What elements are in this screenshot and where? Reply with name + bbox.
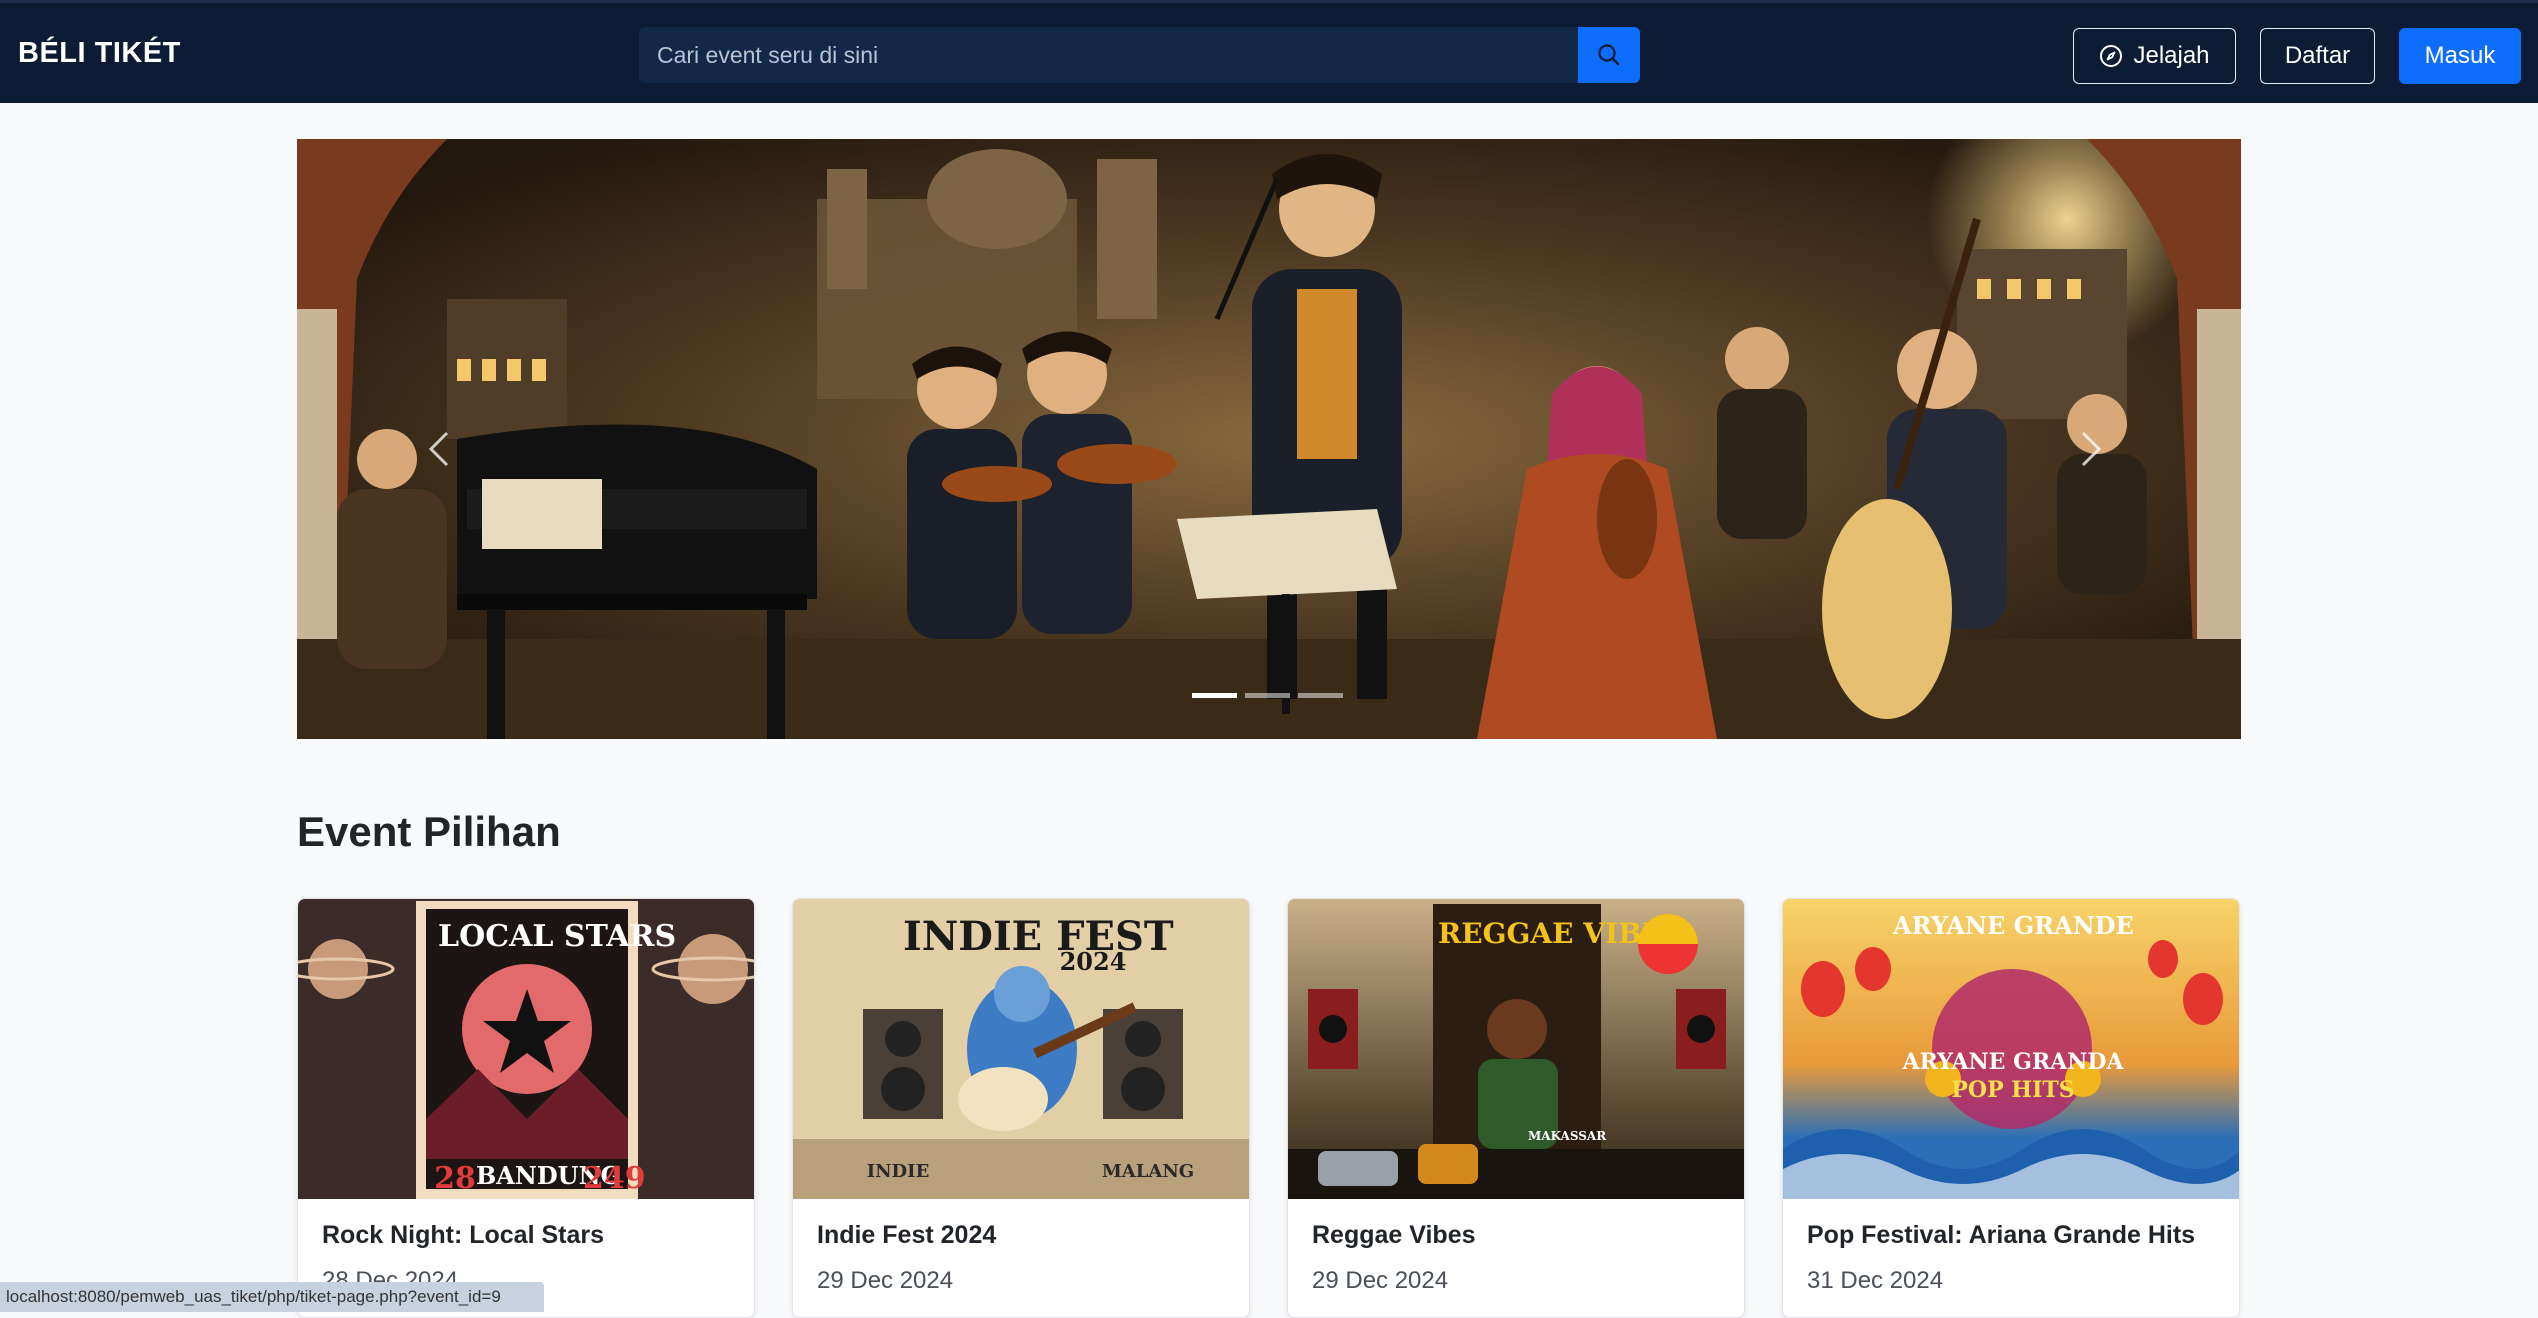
hero-carousel[interactable] bbox=[297, 139, 2241, 739]
chevron-left-icon bbox=[428, 431, 449, 467]
carousel-indicators bbox=[1192, 693, 1343, 698]
compass-icon bbox=[2100, 45, 2123, 67]
event-poster: LOCAL STARS 28 BANDUNG 249 bbox=[298, 899, 754, 1199]
poster-text-1: 28 bbox=[434, 1161, 476, 1196]
search-icon bbox=[1598, 44, 1620, 66]
carousel-prev-button[interactable] bbox=[409, 409, 469, 489]
poster-text-1: 2024 bbox=[1059, 947, 1127, 976]
event-card[interactable]: INDIE FEST 2024 INDIE MALANG Indie Fest … bbox=[792, 898, 1250, 1318]
login-button[interactable]: Masuk bbox=[2399, 28, 2521, 84]
explore-label: Jelajah bbox=[2133, 42, 2210, 69]
poster-title: ARYANE GRANDE bbox=[1893, 911, 2134, 940]
search-input[interactable] bbox=[639, 27, 1578, 83]
search-form bbox=[639, 27, 1640, 83]
carousel-next-button[interactable] bbox=[2061, 409, 2121, 489]
poster-text-1: MAKASSAR bbox=[1528, 1129, 1607, 1143]
chevron-right-icon bbox=[2081, 431, 2102, 467]
search-button[interactable] bbox=[1578, 27, 1640, 83]
event-poster: REGGAE VIBES MAKASSAR bbox=[1288, 899, 1744, 1199]
event-card[interactable]: ARYANE GRANDE ARYANE GRANDA POP HITS Pop… bbox=[1782, 898, 2240, 1318]
event-date: 29 Dec 2024 bbox=[817, 1267, 954, 1294]
event-title: Rock Night: Local Stars bbox=[322, 1221, 604, 1249]
event-title: Reggae Vibes bbox=[1312, 1221, 1476, 1249]
register-label: Daftar bbox=[2284, 42, 2351, 69]
carousel-indicator-3[interactable] bbox=[1298, 693, 1343, 698]
poster-text-2: INDIE bbox=[866, 1161, 930, 1182]
concert-orchestra-illustration bbox=[297, 139, 2241, 739]
event-card[interactable]: REGGAE VIBES MAKASSAR Reggae Vibes 29 De… bbox=[1287, 898, 1745, 1318]
explore-button[interactable]: Jelajah bbox=[2073, 28, 2236, 84]
event-title: Pop Festival: Ariana Grande Hits bbox=[1807, 1221, 2196, 1249]
section-title: Event Pilihan bbox=[297, 808, 561, 855]
poster-text-1: ARYANE GRANDA bbox=[1902, 1049, 2124, 1075]
event-poster: ARYANE GRANDE ARYANE GRANDA POP HITS bbox=[1783, 899, 2239, 1199]
login-label: Masuk bbox=[2424, 42, 2496, 69]
event-poster: INDIE FEST 2024 INDIE MALANG bbox=[793, 899, 1249, 1199]
event-date: 29 Dec 2024 bbox=[1312, 1267, 1449, 1294]
browser-status-url: localhost:8080/pemweb_uas_tiket/php/tike… bbox=[0, 1282, 544, 1312]
carousel-indicator-2[interactable] bbox=[1245, 693, 1290, 698]
poster-text-3: 249 bbox=[583, 1161, 646, 1196]
navbar: BÉLI TIKÉT Jelajah Daftar Masuk bbox=[0, 0, 2538, 103]
carousel-indicator-1[interactable] bbox=[1192, 693, 1237, 698]
poster-title: REGGAE VIBES bbox=[1438, 917, 1684, 950]
event-date: 31 Dec 2024 bbox=[1807, 1267, 1944, 1294]
poster-text-2: BANDUNG bbox=[476, 1161, 622, 1190]
poster-text-3: MALANG bbox=[1101, 1161, 1195, 1182]
register-button[interactable]: Daftar bbox=[2260, 28, 2375, 84]
poster-text-2: POP HITS bbox=[1951, 1077, 2075, 1103]
brand-logo[interactable]: BÉLI TIKÉT bbox=[18, 37, 181, 70]
poster-title: LOCAL STARS bbox=[438, 919, 677, 954]
event-card[interactable]: LOCAL STARS 28 BANDUNG 249 Rock Night: L… bbox=[297, 898, 755, 1318]
event-title: Indie Fest 2024 bbox=[817, 1221, 997, 1249]
